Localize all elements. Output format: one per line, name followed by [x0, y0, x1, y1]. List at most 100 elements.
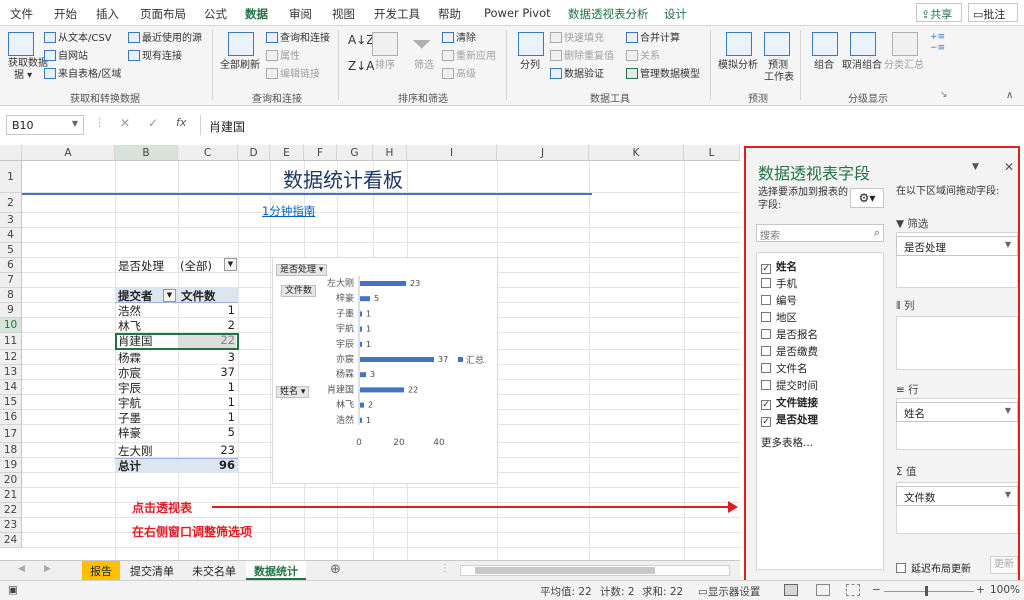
- pivot-row-name[interactable]: 宇航: [118, 395, 141, 411]
- queries-connections-button[interactable]: 查询和连接: [266, 32, 330, 45]
- column-header[interactable]: H: [373, 145, 407, 161]
- pivot-row-name[interactable]: 亦宸: [118, 365, 141, 381]
- from-table-button[interactable]: 来自表格/区域: [44, 68, 121, 81]
- field-item[interactable]: 地区: [761, 310, 797, 325]
- remove-duplicates-button[interactable]: 删除重复值: [550, 50, 614, 63]
- comments-button[interactable]: ▭批注: [968, 3, 1018, 22]
- row-header[interactable]: 3: [0, 213, 22, 228]
- pivot-row-name[interactable]: 宇辰: [118, 380, 141, 396]
- reapply-button[interactable]: 重新应用: [442, 50, 496, 63]
- field-settings-gear-icon[interactable]: ⚙▾: [850, 188, 884, 208]
- defer-update-checkbox[interactable]: 延迟布局更新: [896, 560, 971, 575]
- checkbox[interactable]: [761, 329, 771, 339]
- tab-insert[interactable]: 插入: [96, 6, 119, 22]
- enter-icon[interactable]: ✓: [148, 116, 158, 130]
- row-header[interactable]: 11: [0, 333, 22, 350]
- checkbox[interactable]: [761, 363, 771, 373]
- values-zone-item[interactable]: 文件数 ▼: [896, 486, 1018, 506]
- row-header[interactable]: 5: [0, 243, 22, 258]
- row-header[interactable]: 15: [0, 395, 22, 410]
- sheet-tab-missing[interactable]: 未交名单: [184, 561, 244, 580]
- pivot-row-count[interactable]: 2: [180, 318, 235, 332]
- recent-sources-button[interactable]: 最近使用的源: [128, 32, 202, 45]
- row-header[interactable]: 13: [0, 365, 22, 380]
- pivot-row-name[interactable]: 林飞: [118, 318, 141, 334]
- pivot-row-count[interactable]: 37: [180, 365, 235, 379]
- row-header[interactable]: 23: [0, 518, 22, 533]
- flash-fill-button[interactable]: 快速填充: [550, 32, 604, 45]
- pivot-row-name[interactable]: 浩然: [118, 303, 141, 319]
- column-header[interactable]: L: [684, 145, 740, 161]
- column-header[interactable]: J: [497, 145, 589, 161]
- pivot-row-count[interactable]: 1: [180, 380, 235, 394]
- row-header[interactable]: 4: [0, 228, 22, 243]
- row-label-filter-button[interactable]: ▼: [163, 289, 176, 302]
- group-button[interactable]: 组合: [814, 60, 834, 72]
- sort-desc-icon[interactable]: Z↓A: [348, 60, 374, 72]
- get-data-dropdown[interactable]: 据 ▾: [14, 70, 32, 82]
- column-header[interactable]: A: [22, 145, 115, 161]
- cancel-icon[interactable]: ✕: [120, 116, 130, 130]
- tab-home[interactable]: 开始: [54, 6, 77, 22]
- whatif-button[interactable]: 模拟分析: [718, 60, 758, 72]
- pivot-row-name[interactable]: 子墨: [118, 410, 141, 426]
- rows-zone-item[interactable]: 姓名 ▼: [896, 402, 1018, 422]
- pivot-row-count[interactable]: 3: [180, 350, 235, 364]
- scrollbar-thumb[interactable]: [475, 567, 655, 574]
- checkbox[interactable]: [761, 312, 771, 322]
- filter-dropdown-button[interactable]: ▼: [224, 258, 237, 271]
- row-header[interactable]: 8: [0, 288, 22, 303]
- row-header[interactable]: 1: [0, 161, 22, 193]
- row-header[interactable]: 18: [0, 443, 22, 458]
- pivot-chart[interactable]: 是否处理 ▾ 文件数 姓名 ▾ 左大刚 23 梓豪 5 子墨 1 宇航 1 宇辰 1 亦宸 37 杨霖 3…: [272, 257, 498, 484]
- row-header[interactable]: 20: [0, 473, 22, 488]
- tab-help[interactable]: 帮助: [438, 6, 461, 22]
- refresh-all-button[interactable]: 全部刷新: [220, 60, 260, 72]
- tab-formulas[interactable]: 公式: [204, 6, 227, 22]
- sort-asc-icon[interactable]: A↓Z: [348, 34, 374, 46]
- normal-view-icon[interactable]: [784, 584, 798, 596]
- tab-data[interactable]: 数据: [245, 6, 268, 22]
- field-item[interactable]: ✓ 文件链接: [761, 395, 818, 410]
- zoom-level[interactable]: 100%: [990, 584, 1020, 596]
- checkbox[interactable]: [761, 278, 771, 288]
- more-tables-link[interactable]: 更多表格...: [761, 435, 813, 450]
- worksheet-grid[interactable]: A B C D E F G H I J K L 1 2 3 4 5 6 7 8 9 10 11 12 1…: [0, 145, 740, 560]
- tab-pivot-analyze[interactable]: 数据透视表分析: [568, 6, 649, 22]
- horizontal-scrollbar[interactable]: [460, 565, 730, 576]
- page-layout-view-icon[interactable]: [816, 584, 830, 596]
- row-header[interactable]: 9: [0, 303, 22, 318]
- row-header[interactable]: 7: [0, 273, 22, 288]
- zoom-slider-thumb[interactable]: [925, 586, 928, 596]
- zoom-in-icon[interactable]: +: [976, 584, 985, 596]
- edit-links-button[interactable]: 编辑链接: [266, 68, 320, 81]
- column-header[interactable]: I: [407, 145, 497, 161]
- collapse-ribbon-icon[interactable]: ∧: [1006, 90, 1013, 101]
- row-header[interactable]: 6: [0, 258, 22, 273]
- pivot-row-count[interactable]: 23: [180, 443, 235, 457]
- row-header[interactable]: 10: [0, 318, 22, 333]
- column-header[interactable]: D: [238, 145, 270, 161]
- display-settings-button[interactable]: ▭显示器设置: [698, 584, 760, 599]
- from-web-button[interactable]: 自网站: [44, 50, 88, 63]
- pivot-row-count[interactable]: 1: [180, 395, 235, 409]
- column-header[interactable]: E: [270, 145, 304, 161]
- row-header[interactable]: 19: [0, 458, 22, 473]
- row-header[interactable]: 12: [0, 350, 22, 365]
- select-all-corner[interactable]: [0, 145, 22, 161]
- pivot-row-name[interactable]: 梓豪: [118, 425, 141, 441]
- column-header[interactable]: G: [337, 145, 373, 161]
- sort-button[interactable]: 排序: [375, 60, 395, 72]
- tab-review[interactable]: 审阅: [289, 6, 312, 22]
- field-search-input[interactable]: 搜索 ⌕: [756, 224, 884, 242]
- row-header[interactable]: 2: [0, 193, 22, 213]
- clear-button[interactable]: 清除: [442, 32, 476, 45]
- zoom-out-icon[interactable]: −: [872, 584, 881, 596]
- pane-options-icon[interactable]: ▼: [972, 162, 979, 172]
- macro-record-icon[interactable]: ▣: [8, 584, 18, 596]
- pivot-row-count[interactable]: 1: [180, 410, 235, 424]
- field-item[interactable]: 是否缴费: [761, 344, 818, 359]
- column-header[interactable]: K: [589, 145, 684, 161]
- page-break-view-icon[interactable]: [846, 584, 860, 596]
- guide-link[interactable]: 1分钟指南: [262, 203, 315, 219]
